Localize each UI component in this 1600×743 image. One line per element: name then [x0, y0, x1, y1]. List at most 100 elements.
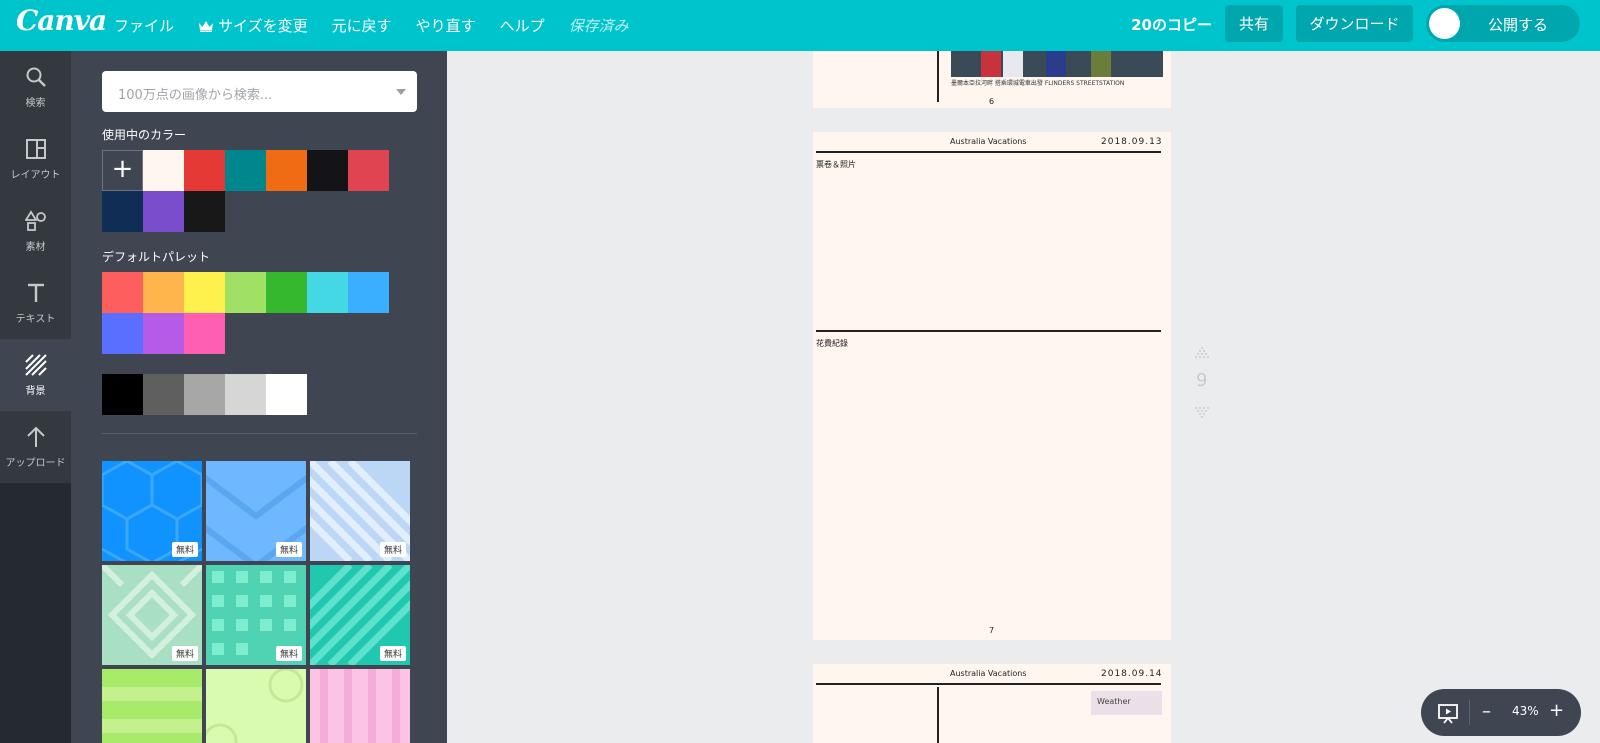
page-7-section-expenses: 花費紀錄: [816, 339, 848, 348]
page-8-vertical-rule: [937, 687, 939, 743]
zoom-separator: [1469, 700, 1470, 725]
menu-resize-label: サイズを変更: [218, 17, 308, 35]
gray-swatch[interactable]: [184, 374, 225, 415]
rail-upload-label: アップロード: [5, 457, 66, 469]
rail-search-label: 検索: [25, 97, 46, 109]
palette-color-swatch[interactable]: [348, 272, 389, 313]
menu-undo[interactable]: 元に戻す: [332, 15, 392, 36]
search-placeholder: 100万点の画像から検索...: [118, 88, 273, 103]
page-8-header: Australia Vacations: [950, 669, 1027, 678]
rail-text[interactable]: テキスト: [0, 267, 71, 339]
rail-search[interactable]: 検索: [0, 51, 71, 123]
zoom-in-button[interactable]: +: [1549, 700, 1564, 721]
current-page-number: 9: [1196, 370, 1208, 391]
page-navigator: 9: [1190, 344, 1214, 424]
panel-divider: [102, 433, 417, 434]
background-panel: 100万点の画像から検索... 使用中のカラー + デフォルトパレット 無料 無…: [71, 51, 447, 743]
used-color-swatch[interactable]: [184, 191, 225, 232]
gray-swatch[interactable]: [102, 374, 143, 415]
used-color-swatch[interactable]: [225, 150, 266, 191]
search-icon: [26, 67, 46, 87]
toggle-knob: [1429, 8, 1460, 39]
free-badge: 無料: [379, 646, 406, 661]
vertical-stripe-pattern: [310, 669, 410, 743]
left-rail: 検索 レイアウト 素材 テキスト 背景 アップロード: [0, 51, 71, 743]
used-color-swatch[interactable]: [143, 191, 184, 232]
chevron-down-icon[interactable]: [396, 89, 406, 95]
menu-help[interactable]: ヘルプ: [500, 15, 545, 36]
gray-swatch[interactable]: [225, 374, 266, 415]
background-tile-lime-bands[interactable]: [102, 669, 202, 743]
top-bar: Canva ファイル サイズを変更 元に戻す やり直す ヘルプ 保存済み 20の…: [0, 0, 1600, 51]
page-7-section-tickets: 票卷＆照片: [816, 160, 856, 169]
used-color-swatch[interactable]: [348, 150, 389, 191]
horizontal-band-pattern: [102, 669, 202, 743]
page-6-photo[interactable]: [951, 51, 1163, 77]
zoom-level[interactable]: 43%: [1512, 704, 1539, 718]
page-8-date: 2018.09.14: [1101, 669, 1163, 679]
download-button[interactable]: ダウンロード: [1296, 5, 1413, 42]
rail-elements-label: 素材: [25, 241, 46, 253]
palette-color-swatch[interactable]: [143, 313, 184, 354]
page-7[interactable]: Australia Vacations 2018.09.13 票卷＆照片 花費紀…: [813, 132, 1171, 640]
page-6-number: 6: [989, 97, 995, 106]
used-color-swatch[interactable]: [266, 150, 307, 191]
used-color-swatch[interactable]: [307, 150, 348, 191]
canva-logo[interactable]: Canva: [16, 4, 107, 37]
upload-arrow-icon: [26, 426, 45, 447]
rail-layout[interactable]: レイアウト: [0, 123, 71, 195]
add-color-button[interactable]: +: [102, 150, 143, 191]
free-badge: 無料: [171, 646, 198, 661]
rail-layout-label: レイアウト: [10, 169, 61, 181]
menu-redo[interactable]: やり直す: [416, 15, 476, 36]
gray-swatch[interactable]: [266, 374, 307, 415]
palette-color-swatch[interactable]: [266, 272, 307, 313]
used-color-swatch[interactable]: [184, 150, 225, 191]
text-icon: [27, 283, 44, 302]
publish-label: 公開する: [1488, 16, 1549, 34]
page-6[interactable]: 墨爾本亞拉河畔 搭乘環城電車出發 FLINDERS STREETSTATION …: [813, 51, 1171, 108]
rail-elements[interactable]: 素材: [0, 195, 71, 267]
gray-swatch[interactable]: [143, 374, 184, 415]
background-tile-pale-green-circles[interactable]: [206, 669, 306, 743]
page-8[interactable]: Australia Vacations 2018.09.14 Weather: [813, 664, 1171, 743]
default-palette-title: デフォルトパレット: [102, 250, 211, 264]
palette-color-swatch[interactable]: [102, 272, 143, 313]
document-title[interactable]: 20のコピー: [1131, 14, 1212, 35]
image-search-input[interactable]: 100万点の画像から検索...: [102, 71, 417, 112]
crown-icon: [199, 20, 214, 32]
used-color-swatch[interactable]: [143, 150, 184, 191]
used-color-swatch[interactable]: [102, 191, 143, 232]
palette-color-swatch[interactable]: [307, 272, 348, 313]
weather-box[interactable]: Weather: [1091, 691, 1162, 715]
layout-icon: [25, 138, 46, 159]
palette-color-swatch[interactable]: [225, 272, 266, 313]
background-pattern-icon: [24, 353, 47, 376]
zoom-out-button[interactable]: –: [1482, 701, 1491, 722]
background-tile-teal-grid[interactable]: 無料: [206, 565, 306, 665]
publish-toggle[interactable]: 公開する: [1426, 5, 1580, 42]
present-icon[interactable]: [1437, 702, 1459, 724]
page-up-icon[interactable]: [1192, 346, 1212, 362]
shapes-icon: [24, 209, 46, 231]
background-tile-blue-hex[interactable]: 無料: [102, 461, 202, 561]
menu-file[interactable]: ファイル: [114, 15, 174, 36]
share-button[interactable]: 共有: [1225, 5, 1283, 42]
palette-color-swatch[interactable]: [184, 272, 225, 313]
free-badge: 無料: [275, 646, 302, 661]
background-tile-pink-stripes[interactable]: [310, 669, 410, 743]
palette-color-swatch[interactable]: [143, 272, 184, 313]
menu-resize[interactable]: サイズを変更: [198, 15, 308, 36]
background-tile-light-blue-stripes[interactable]: 無料: [310, 461, 410, 561]
page-down-icon[interactable]: [1192, 406, 1212, 422]
background-tile-blue-chevron[interactable]: 無料: [206, 461, 306, 561]
save-status: 保存済み: [568, 17, 629, 35]
rail-background[interactable]: 背景: [0, 339, 71, 411]
palette-color-swatch[interactable]: [102, 313, 143, 354]
background-tile-mint-diamond[interactable]: 無料: [102, 565, 202, 665]
page-7-number: 7: [989, 626, 995, 635]
rail-upload[interactable]: アップロード: [0, 411, 71, 483]
background-tile-teal-stripes[interactable]: 無料: [310, 565, 410, 665]
palette-color-swatch[interactable]: [184, 313, 225, 354]
free-badge: 無料: [275, 542, 302, 557]
